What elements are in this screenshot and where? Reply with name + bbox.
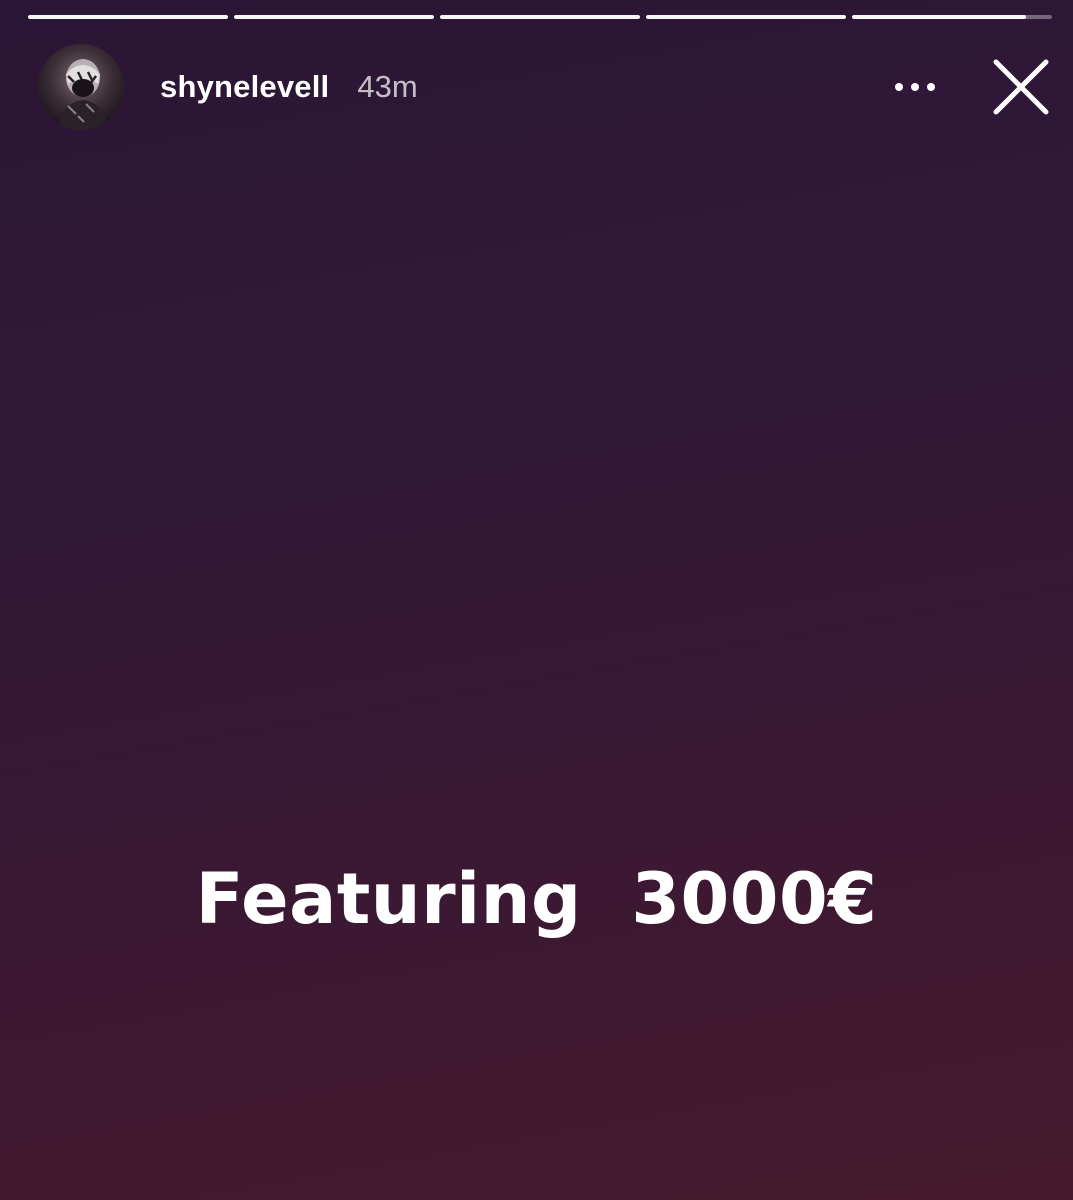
close-button[interactable] (989, 55, 1053, 119)
progress-segment-current (852, 15, 1052, 19)
progress-fill (28, 15, 228, 19)
progress-fill (440, 15, 640, 19)
story-progress-bar (28, 15, 1052, 19)
story-text: Featuring 3000€ (195, 858, 878, 940)
progress-segment (28, 15, 228, 19)
progress-fill (234, 15, 434, 19)
avatar[interactable] (38, 44, 124, 130)
progress-fill (852, 15, 1026, 19)
progress-segment (440, 15, 640, 19)
story-header: shynelevell 43m (38, 44, 1053, 130)
more-options-button[interactable] (885, 67, 945, 107)
close-icon (993, 59, 1049, 115)
avatar-image (38, 44, 124, 130)
progress-segment (234, 15, 434, 19)
progress-segment (646, 15, 846, 19)
story-viewer: { "progress": { "segments": [1, 1, 1, 1,… (0, 0, 1073, 1200)
post-time: 43m (357, 69, 418, 104)
username[interactable]: shynelevell (160, 69, 329, 105)
more-horizontal-icon (895, 83, 935, 91)
progress-fill (646, 15, 846, 19)
